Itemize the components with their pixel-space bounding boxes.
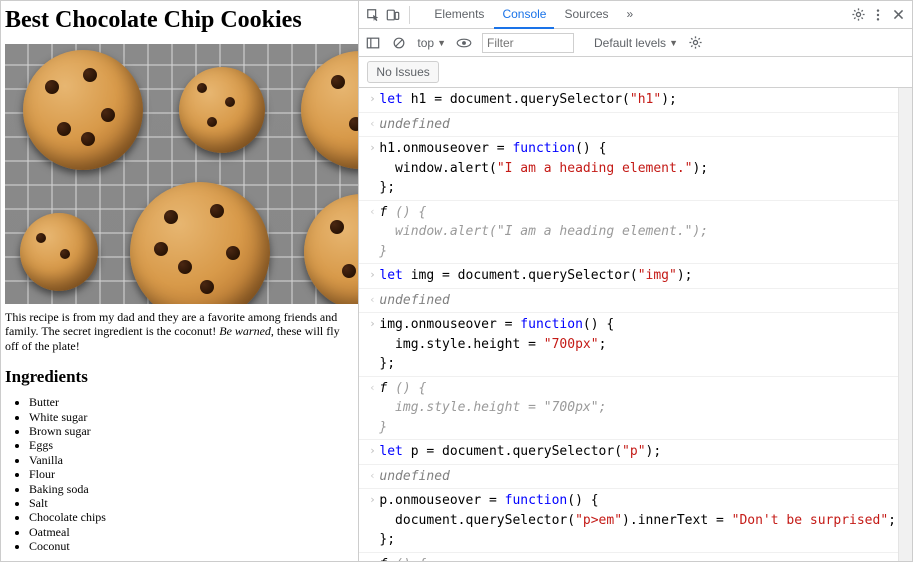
recipe-description[interactable]: This recipe is from my dad and they are … (5, 310, 354, 353)
console-input-row: ›let img = document.querySelector("img")… (359, 264, 912, 289)
return-icon: ‹ (365, 291, 379, 311)
code-text: undefined (379, 291, 896, 311)
return-icon: ‹ (365, 555, 379, 562)
tab-elements[interactable]: Elements (426, 1, 492, 29)
ingredients-heading: Ingredients (5, 367, 354, 387)
prompt-icon: › (365, 266, 379, 286)
console-input-row: ›img.onmouseover = function() { img.styl… (359, 313, 912, 377)
device-toggle-icon[interactable] (385, 7, 401, 23)
console-body[interactable]: ›let h1 = document.querySelector("h1");‹… (359, 88, 912, 561)
levels-label: Default levels (594, 36, 666, 50)
devtools-panel: Elements Console Sources » (358, 1, 912, 561)
desc-em: Be warned (219, 324, 271, 338)
chevron-down-icon: ▼ (437, 38, 446, 48)
prompt-icon: › (365, 139, 379, 198)
page-title[interactable]: Best Chocolate Chip Cookies (5, 7, 354, 34)
chevron-down-icon: ▼ (669, 38, 678, 48)
code-text: undefined (379, 467, 896, 487)
ingredient-item: Chocolate chips (29, 510, 354, 524)
prompt-icon: › (365, 491, 379, 550)
code-text: f () { document.querySelector("p>em").in… (379, 555, 896, 562)
clear-console-icon[interactable] (391, 35, 407, 51)
ingredient-item: White sugar (29, 410, 354, 424)
close-icon[interactable] (890, 7, 906, 23)
console-toolbar: top ▼ Default levels ▼ (359, 29, 912, 57)
code-text: p.onmouseover = function() { document.qu… (379, 491, 896, 550)
inspect-icon[interactable] (365, 7, 381, 23)
ingredient-item: Coconut (29, 539, 354, 553)
console-output-row: ‹f () { document.querySelector("p>em").i… (359, 553, 912, 562)
tab-more[interactable]: » (619, 1, 642, 29)
tab-console[interactable]: Console (494, 1, 554, 29)
return-icon: ‹ (365, 379, 379, 438)
levels-selector[interactable]: Default levels ▼ (594, 36, 678, 50)
sidebar-toggle-icon[interactable] (365, 35, 381, 51)
console-output-row: ‹undefined (359, 113, 912, 138)
code-text: f () { window.alert("I am a heading elem… (379, 203, 896, 262)
return-icon: ‹ (365, 467, 379, 487)
devtools-topbar: Elements Console Sources » (359, 1, 912, 29)
code-text: let h1 = document.querySelector("h1"); (379, 90, 896, 110)
ingredient-item: Vanilla (29, 453, 354, 467)
console-input-row: ›h1.onmouseover = function() { window.al… (359, 137, 912, 201)
console-output-row: ‹f () { img.style.height = "700px"; } (359, 377, 912, 441)
prompt-icon: › (365, 315, 379, 374)
code-text: h1.onmouseover = function() { window.ale… (379, 139, 896, 198)
return-icon: ‹ (365, 203, 379, 262)
kebab-icon[interactable] (870, 7, 886, 23)
code-text: f () { img.style.height = "700px"; } (379, 379, 896, 438)
return-icon: ‹ (365, 115, 379, 135)
ingredient-item: Salt (29, 496, 354, 510)
ingredient-item: Baking soda (29, 482, 354, 496)
ingredient-item: Brown sugar (29, 424, 354, 438)
gear-icon[interactable] (850, 7, 866, 23)
code-text: let p = document.querySelector("p"); (379, 442, 896, 462)
ingredients-list: ButterWhite sugarBrown sugarEggsVanillaF… (5, 395, 354, 553)
code-text: img.onmouseover = function() { img.style… (379, 315, 896, 374)
console-output-row: ‹undefined (359, 289, 912, 314)
rendered-page: Best Chocolate Chip Cookies (1, 1, 358, 561)
issues-bar: No Issues (359, 57, 912, 88)
tab-sources[interactable]: Sources (556, 1, 616, 29)
context-label: top (417, 36, 434, 50)
ingredient-item: Eggs (29, 438, 354, 452)
scrollbar[interactable] (898, 88, 912, 561)
prompt-icon: › (365, 90, 379, 110)
prompt-icon: › (365, 442, 379, 462)
filter-input[interactable] (482, 33, 574, 53)
console-input-row: ›let h1 = document.querySelector("h1"); (359, 88, 912, 113)
context-selector[interactable]: top ▼ (417, 36, 446, 50)
ingredient-item: Butter (29, 395, 354, 409)
code-text: let img = document.querySelector("img"); (379, 266, 896, 286)
live-expression-icon[interactable] (456, 35, 472, 51)
code-text: undefined (379, 115, 896, 135)
console-input-row: ›let p = document.querySelector("p"); (359, 440, 912, 465)
console-output-row: ‹undefined (359, 465, 912, 490)
ingredient-item: Flour (29, 467, 354, 481)
cookie-image[interactable] (5, 44, 358, 304)
console-input-row: ›p.onmouseover = function() { document.q… (359, 489, 912, 553)
console-output-row: ‹f () { window.alert("I am a heading ele… (359, 201, 912, 265)
gear-icon[interactable] (688, 35, 704, 51)
ingredient-item: Oatmeal (29, 525, 354, 539)
no-issues-chip[interactable]: No Issues (367, 61, 438, 83)
